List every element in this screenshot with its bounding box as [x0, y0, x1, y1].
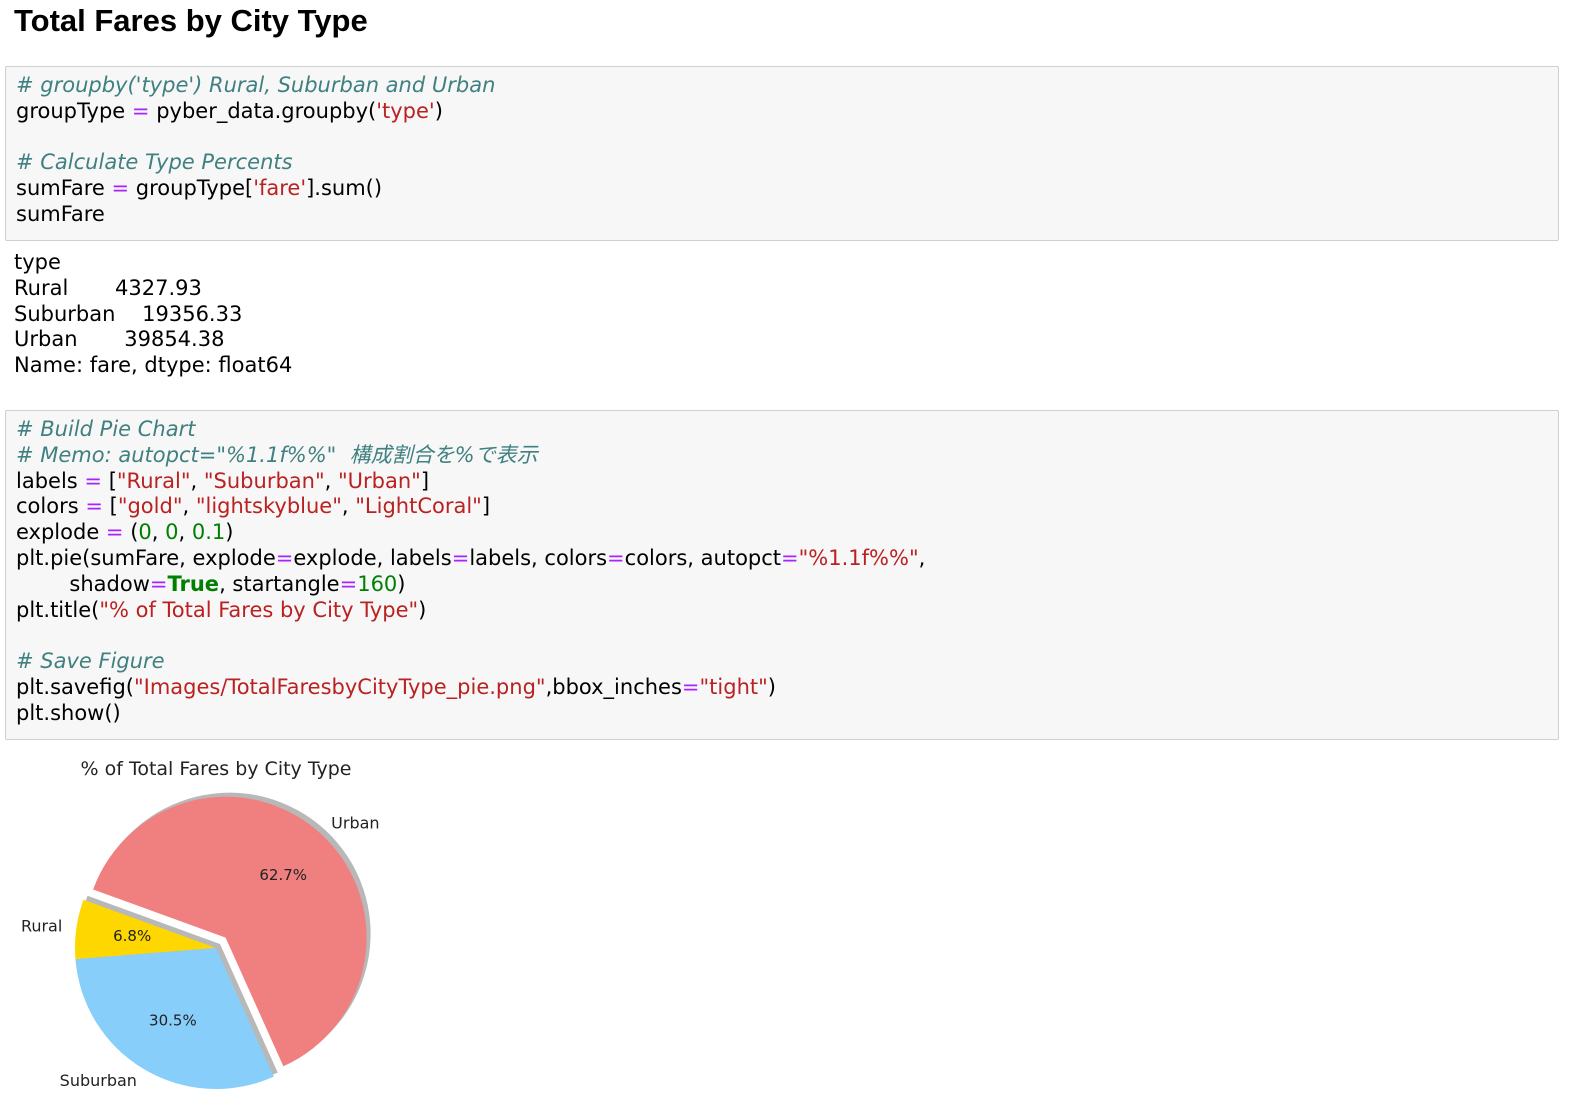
code-text: [ [102, 494, 118, 519]
code-string: "gold" [117, 494, 183, 519]
code-text: [ [102, 468, 117, 493]
code-text: plt.title( [16, 597, 100, 622]
code-text: sumFare [16, 201, 105, 226]
code-text: , [324, 468, 338, 493]
output-line: Rural 4327.93 [14, 275, 202, 300]
code-operator: = [131, 98, 150, 123]
code-text: groupType [16, 98, 132, 123]
code-text: ) [767, 674, 776, 699]
code-text: ] [420, 468, 430, 493]
code-number: 0.1 [191, 520, 226, 545]
code-operator: = [105, 520, 124, 545]
code-text: ].sum() [306, 176, 383, 201]
code-text: ) [434, 98, 443, 123]
pie-chart: % of Total Fares by City Type Rural 6.8% S… [21, 758, 380, 1090]
code-text: sumFare [16, 176, 112, 201]
chart-title: % of Total Fares by City Type [81, 758, 352, 780]
code-string: "Rural" [116, 468, 191, 493]
code-text: ) [397, 571, 406, 596]
code-number: 160 [357, 571, 398, 596]
code-text: , [182, 494, 196, 519]
code-operator: = [85, 494, 103, 519]
slice-percent-suburban: 30.5% [149, 1011, 197, 1029]
code-operator: = [275, 545, 294, 570]
output-line: Urban 39854.38 [14, 327, 225, 352]
code-text: colors [16, 494, 86, 519]
code-text: explode, labels [293, 545, 452, 570]
code-string: "% of Total Fares by City Type" [99, 597, 419, 622]
code-text: , [151, 520, 166, 545]
output-line: Suburban 19356.33 [14, 301, 243, 326]
code-comment: # Build Pie Chart [16, 417, 196, 441]
cell-output-sumfare: type Rural 4327.93 Suburban 19356.33 Urb… [14, 250, 292, 379]
code-text: groupType[ [129, 176, 254, 201]
code-text: explode [16, 520, 106, 545]
code-text: pyber_data.groupby( [149, 98, 377, 123]
code-text: plt.show() [16, 700, 121, 725]
code-text: labels, colors [469, 545, 608, 570]
code-string: "lightskyblue" [195, 494, 342, 519]
code-editor[interactable]: # Build Pie Chart # Memo: autopct="%1.1f… [6, 411, 1558, 733]
code-text: ) [225, 520, 234, 545]
code-text: , [918, 545, 926, 570]
code-text: shadow [16, 571, 150, 596]
code-comment: # Save Figure [16, 649, 165, 674]
code-string: "LightCoral" [355, 494, 482, 519]
code-string: "tight" [699, 674, 768, 699]
code-text: ( [123, 520, 139, 545]
code-operator: = [781, 545, 799, 570]
output-line: type [14, 250, 61, 274]
code-number: 0 [165, 520, 179, 545]
slice-percent-rural: 6.8% [113, 927, 151, 945]
code-comment: # Memo: autopct="%1.1f%%" 構成割合を%で表示 [16, 442, 538, 467]
code-text: ,bbox_inches [545, 674, 682, 699]
code-comment: # groupby('type') Rural, Suburban and Ur… [16, 73, 496, 97]
code-string: "%1.1f%%" [798, 545, 919, 570]
slice-label-urban: Urban [331, 814, 379, 833]
code-string: 'type' [376, 98, 435, 123]
code-text: plt.savefig( [16, 674, 134, 699]
code-string: "Urban" [337, 468, 421, 493]
code-operator: = [149, 571, 168, 596]
code-text: , startangle [219, 571, 340, 596]
code-text: , [178, 520, 192, 545]
code-number: 0 [138, 520, 152, 545]
code-text: ] [481, 494, 491, 519]
code-keyword: True [167, 571, 220, 596]
code-text: labels [16, 468, 85, 493]
code-operator: = [111, 176, 130, 201]
code-text: ) [418, 597, 427, 622]
code-comment: # Calculate Type Percents [16, 150, 293, 175]
code-operator: = [607, 545, 625, 570]
code-operator: = [681, 674, 700, 699]
code-string: "Images/TotalFaresbyCityType_pie.png" [133, 674, 546, 699]
output-line: Name: fare, dtype: float64 [14, 353, 293, 378]
slice-label-suburban: Suburban [60, 1071, 137, 1090]
code-text: plt.pie(sumFare, explode [16, 545, 276, 570]
slice-percent-urban: 62.7% [259, 866, 307, 884]
code-string: 'fare' [253, 176, 307, 201]
code-text: , [190, 468, 204, 493]
code-operator: = [84, 468, 103, 493]
code-operator: = [451, 545, 470, 570]
code-string: "Suburban" [203, 468, 325, 493]
code-text: colors, autopct [624, 545, 782, 570]
code-text: , [341, 494, 356, 519]
code-operator: = [339, 571, 358, 596]
code-cell-groupby[interactable]: # groupby('type') Rural, Suburban and Ur… [5, 66, 1559, 241]
slice-label-rural: Rural [21, 917, 62, 936]
code-cell-pie-chart[interactable]: # Build Pie Chart # Memo: autopct="%1.1f… [5, 410, 1559, 740]
code-editor[interactable]: # groupby('type') Rural, Suburban and Ur… [6, 67, 1558, 234]
section-heading: Total Fares by City Type [14, 3, 368, 38]
